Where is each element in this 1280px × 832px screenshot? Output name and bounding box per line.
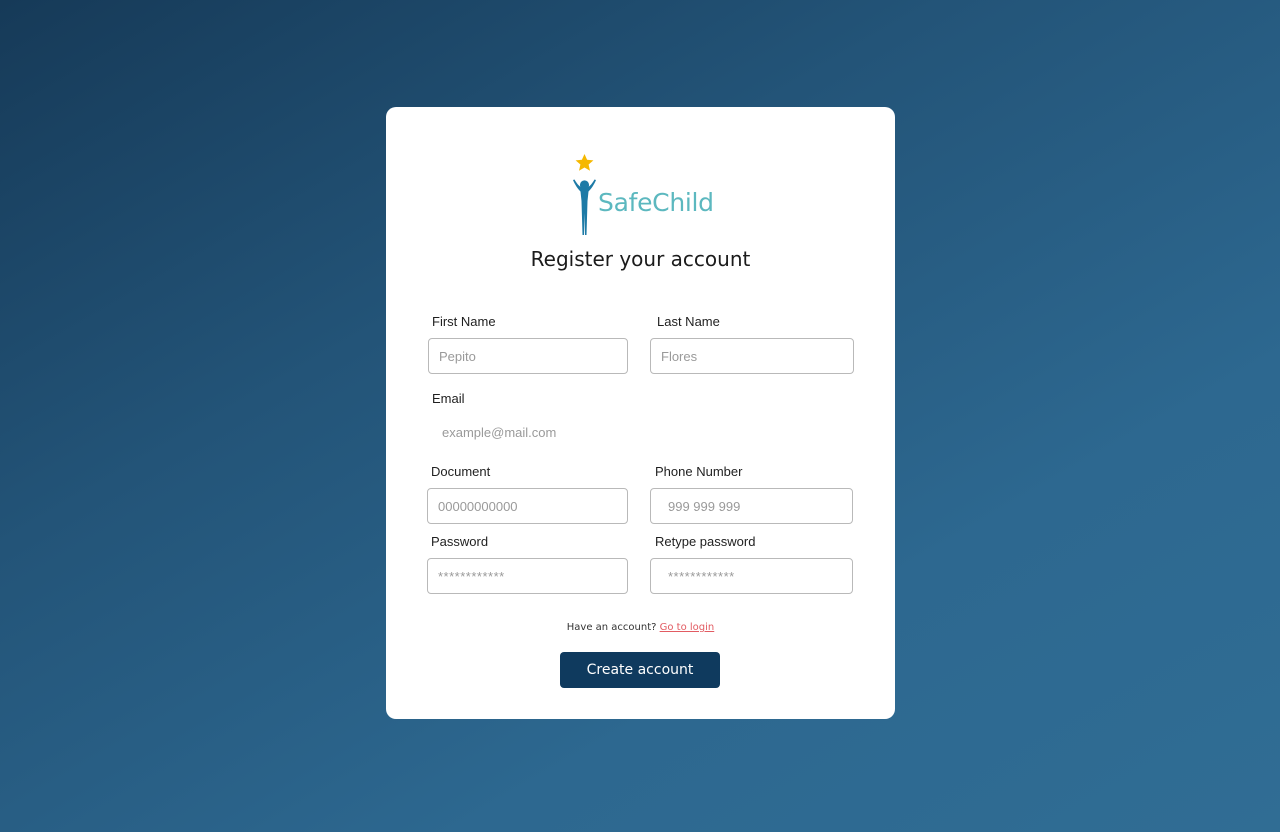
first-name-input[interactable] bbox=[428, 338, 628, 374]
email-label: Email bbox=[432, 391, 465, 406]
password-input[interactable] bbox=[427, 558, 628, 594]
password-label: Password bbox=[431, 534, 489, 549]
retype-password-label: Retype password bbox=[655, 534, 756, 549]
register-card: SafeChild Register your account First Na… bbox=[386, 107, 895, 719]
login-prompt-text: Have an account? bbox=[566, 622, 657, 633]
email-input[interactable] bbox=[428, 414, 854, 450]
star-icon bbox=[575, 154, 594, 171]
retype-password-input[interactable] bbox=[650, 558, 853, 594]
create-account-button[interactable]: Create account bbox=[560, 652, 720, 688]
go-to-login-link[interactable]: Go to login bbox=[660, 622, 715, 633]
document-label: Document bbox=[431, 464, 491, 479]
brand-name: SafeChild bbox=[598, 188, 714, 217]
login-prompt-line: Have an account? Go to login bbox=[386, 622, 895, 633]
first-name-label: First Name bbox=[432, 314, 496, 329]
page-title: Register your account bbox=[530, 247, 751, 271]
last-name-input[interactable] bbox=[650, 338, 854, 374]
last-name-label: Last Name bbox=[657, 314, 720, 329]
phone-number-input[interactable] bbox=[650, 488, 853, 524]
safechild-logo: SafeChild bbox=[570, 153, 720, 237]
document-input[interactable] bbox=[427, 488, 628, 524]
phone-number-label: Phone Number bbox=[655, 464, 743, 479]
